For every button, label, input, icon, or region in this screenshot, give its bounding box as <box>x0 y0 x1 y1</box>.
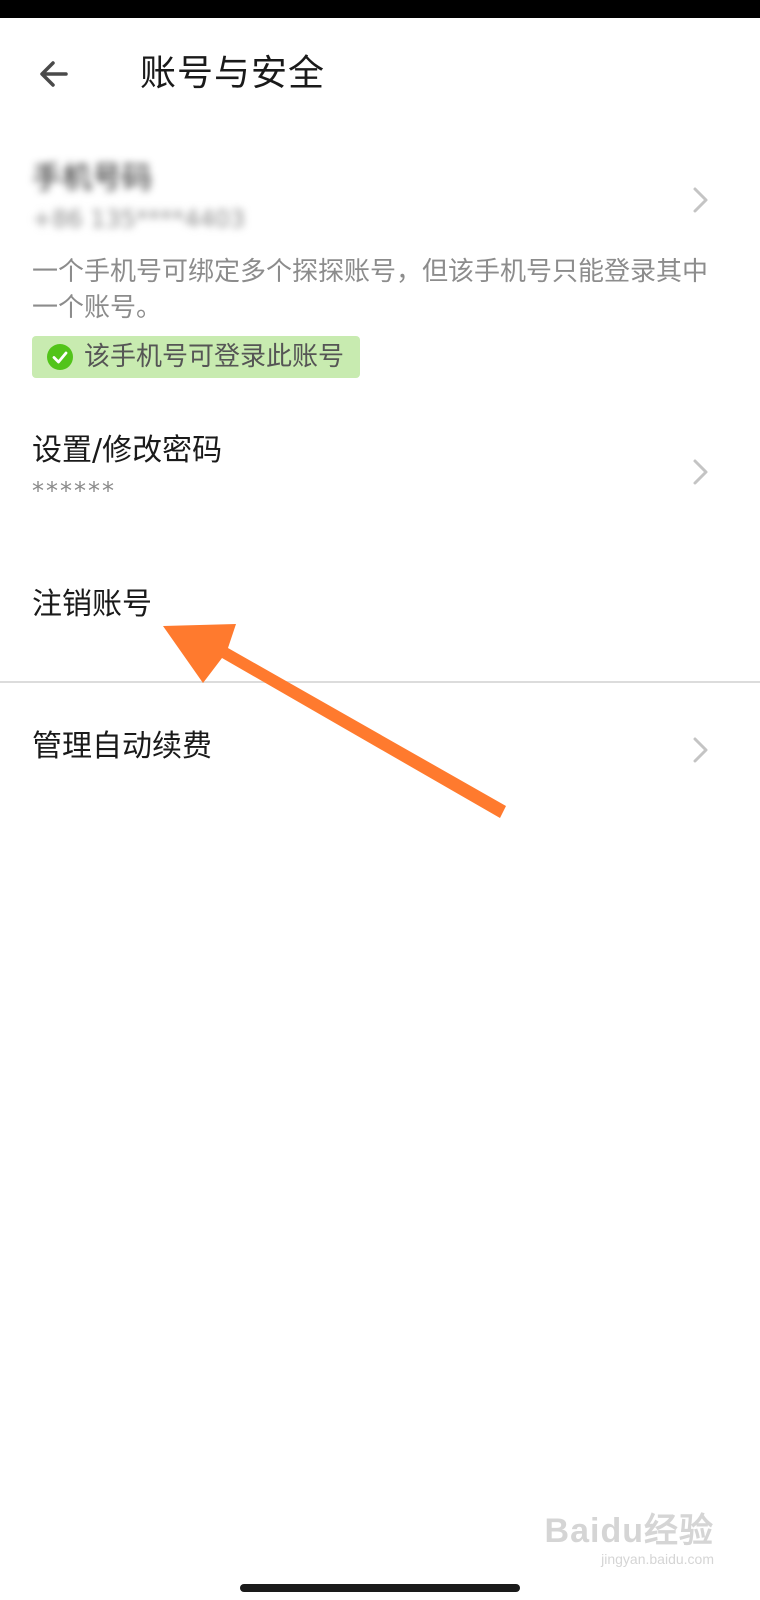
manage-auto-renew-row[interactable]: 管理自动续费 <box>0 710 760 790</box>
watermark-sub: jingyan.baidu.com <box>601 1551 714 1567</box>
phone-binding-description: 一个手机号可绑定多个探探账号，但该手机号只能登录其中一个账号。 <box>32 257 709 323</box>
nav-header: 账号与安全 <box>0 18 760 130</box>
password-label: 设置/修改密码 <box>32 433 223 468</box>
baidu-watermark: Baidu经验 jingyan.baidu.com <box>545 1512 714 1568</box>
phone-number-label: 手机号码 <box>32 161 152 196</box>
watermark-main: Baidu经验 <box>544 1512 714 1550</box>
home-indicator[interactable] <box>240 1584 520 1592</box>
phone-number-value: +86 135****4403 <box>32 205 246 233</box>
login-status-text: 该手机号可登录此账号 <box>84 342 345 372</box>
chevron-right-icon <box>693 737 708 763</box>
check-circle-icon <box>47 344 73 370</box>
deactivate-account-label: 注销账号 <box>32 587 152 622</box>
page-title: 账号与安全 <box>140 53 326 94</box>
section-divider <box>0 681 760 683</box>
chevron-right-icon <box>693 459 708 485</box>
password-row[interactable]: 设置/修改密码 ****** <box>0 420 760 520</box>
status-bar <box>0 0 760 18</box>
chevron-right-icon <box>693 187 708 213</box>
password-value: ****** <box>32 477 116 505</box>
login-status-badge: 该手机号可登录此账号 <box>32 336 361 378</box>
deactivate-account-row[interactable]: 注销账号 <box>0 570 760 640</box>
phone-number-row[interactable]: 手机号码 +86 135****4403 <box>0 150 760 250</box>
back-button[interactable] <box>26 48 82 100</box>
back-arrow-icon <box>40 61 68 87</box>
manage-auto-renew-label: 管理自动续费 <box>32 729 212 764</box>
